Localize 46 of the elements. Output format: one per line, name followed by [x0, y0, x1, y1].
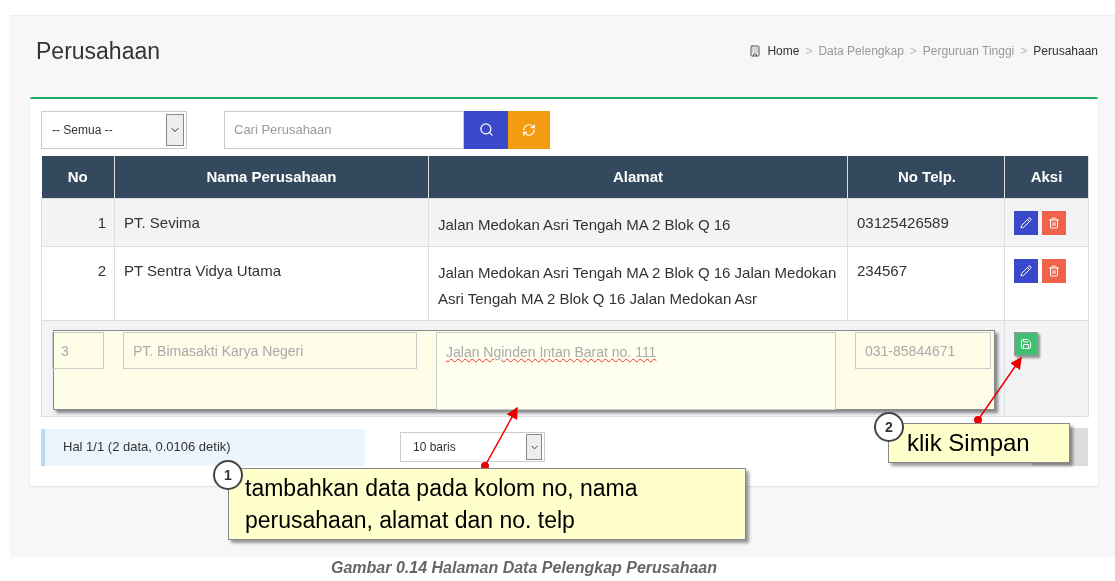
breadcrumb-link[interactable]: Home: [767, 42, 800, 61]
table-cell: PT Sentra Vidya Utama: [114, 246, 429, 321]
pencil-icon: [1020, 217, 1032, 229]
building-icon: [749, 45, 762, 58]
column-header: Aksi: [1004, 155, 1089, 199]
breadcrumb-link[interactable]: Data Pelengkap: [818, 42, 904, 61]
input-field[interactable]: Jalan Nginden Intan Barat no. 111: [436, 332, 836, 410]
trash-icon: [1048, 265, 1060, 277]
pencil-icon: [1020, 265, 1032, 277]
figure-caption: Gambar 0.14 Halaman Data Pelengkap Perusahaan: [331, 558, 717, 578]
pagination-info: Hal 1/1 (2 data, 0.0106 detik): [41, 428, 365, 466]
search-field[interactable]: Cari Perusahaan: [224, 110, 464, 149]
table-cell: 2: [41, 246, 115, 321]
breadcrumb-separator: >: [1020, 43, 1028, 61]
edit-button[interactable]: [1014, 259, 1038, 283]
input-field[interactable]: 031-85844671: [855, 332, 991, 369]
breadcrumb-separator: >: [909, 43, 917, 61]
rows-per-page-select[interactable]: 10 baris: [400, 432, 545, 462]
save-button[interactable]: [1014, 332, 1038, 356]
table-cell: PT. Sevima: [114, 198, 429, 247]
column-header: No Telp.: [847, 155, 1005, 199]
table-cell: Jalan Medokan Asri Tengah MA 2 Blok Q 16: [428, 198, 848, 247]
edit-button[interactable]: [1014, 211, 1038, 235]
table-cell: 1: [41, 198, 115, 247]
input-field[interactable]: 3: [52, 332, 104, 369]
search-icon: [478, 122, 494, 137]
breadcrumb-separator: >: [805, 43, 813, 61]
page-title: Perusahaan: [36, 37, 161, 66]
table-cell: 03125426589: [847, 198, 1005, 247]
delete-button[interactable]: [1042, 211, 1066, 235]
table-cell: 234567: [847, 246, 1005, 321]
search-button[interactable]: [464, 110, 508, 149]
arrow: [481, 406, 518, 470]
delete-button[interactable]: [1042, 259, 1066, 283]
save-icon: [1020, 338, 1032, 350]
refresh-icon: [522, 122, 536, 137]
column-header: Alamat: [428, 155, 848, 199]
arrow: [974, 356, 1022, 424]
breadcrumb-link[interactable]: Perguruan Tinggi: [922, 42, 1015, 61]
category-select[interactable]: -- Semua --: [41, 110, 187, 149]
column-header: Nama Perusahaan: [114, 155, 429, 199]
trash-icon: [1048, 217, 1060, 229]
column-header: No: [41, 155, 115, 199]
table-cell: Jalan Medokan Asri Tengah MA 2 Blok Q 16 Jalan Medokan Asri Tengah MA 2 Blok Q 16 Jalan Medokan Asr: [428, 246, 848, 321]
breadcrumb-link[interactable]: Perusahaan: [1033, 42, 1098, 61]
input-field[interactable]: PT. Bimasakti Karya Negeri: [123, 332, 417, 369]
